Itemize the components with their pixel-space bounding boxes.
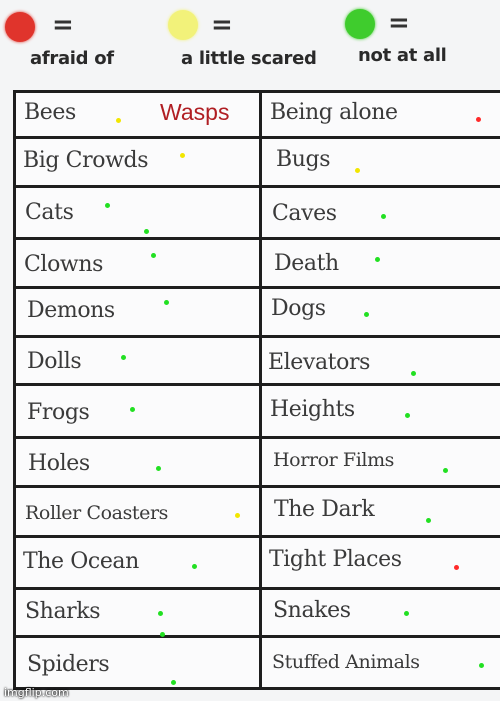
green-dot-mark-icon (158, 611, 163, 616)
fear-label: Being alone (270, 100, 398, 125)
green-dot-mark-icon (121, 355, 126, 360)
fear-label: Heights (270, 397, 355, 422)
legend-label-little-scared: a little scared (181, 48, 317, 69)
legend-equals: = (388, 8, 410, 38)
green-dot-mark-icon (144, 229, 149, 234)
green-dot-mark-icon (411, 371, 416, 376)
legend-yellow-dot-icon (168, 10, 198, 40)
yellow-dot-mark-icon (180, 153, 185, 158)
fear-label: Sharks (25, 599, 101, 624)
green-dot-mark-icon (381, 214, 386, 219)
fear-label: Demons (27, 298, 115, 323)
fear-label: Death (274, 251, 339, 276)
fear-label: Tight Places (269, 547, 402, 572)
green-dot-mark-icon (192, 564, 197, 569)
green-dot-mark-icon (105, 203, 110, 208)
fear-label: Holes (28, 451, 90, 476)
green-dot-mark-icon (171, 680, 176, 685)
row-divider (13, 635, 500, 638)
yellow-dot-mark-icon (355, 168, 360, 173)
yellow-dot-mark-icon (116, 118, 121, 123)
row-divider (13, 383, 500, 386)
green-dot-mark-icon (405, 413, 410, 418)
fear-label: Horror Films (273, 449, 395, 471)
legend-equals: = (52, 10, 74, 40)
row-divider (13, 436, 500, 439)
yellow-dot-mark-icon (235, 513, 240, 518)
legend-green-dot-icon (345, 9, 375, 39)
row-divider (13, 286, 500, 289)
row-divider (13, 136, 500, 139)
fear-label: The Dark (274, 497, 375, 522)
fear-label: The Ocean (23, 549, 139, 574)
row-divider (13, 485, 500, 488)
green-dot-mark-icon (151, 253, 156, 258)
legend-equals: = (211, 10, 233, 40)
green-dot-mark-icon (404, 611, 409, 616)
row-divider (13, 185, 500, 188)
fear-label: Spiders (27, 652, 110, 677)
fear-label: Dolls (27, 349, 82, 374)
legend-red-dot-icon (5, 12, 35, 42)
green-dot-mark-icon (426, 518, 431, 523)
fear-label: Snakes (273, 598, 351, 623)
fear-label: Caves (272, 201, 337, 226)
fear-label: Frogs (27, 400, 90, 425)
green-dot-mark-icon (130, 407, 135, 412)
watermark: imgflip.com (4, 686, 69, 699)
fear-label: Elevators (268, 350, 370, 375)
fear-label: Bees (24, 100, 76, 125)
green-dot-mark-icon (364, 312, 369, 317)
fear-label: Dogs (271, 296, 326, 321)
row-divider (13, 535, 500, 538)
fear-label: Big Crowds (23, 148, 149, 173)
fear-label: Clowns (24, 252, 104, 277)
fear-label: Roller Coasters (25, 502, 169, 524)
green-dot-mark-icon (375, 257, 380, 262)
row-divider (13, 587, 500, 590)
green-dot-mark-icon (160, 632, 165, 637)
fear-label: Stuffed Animals (272, 651, 420, 673)
legend-label-not-at-all: not at all (358, 45, 447, 66)
legend-label-afraid: afraid of (30, 48, 114, 69)
green-dot-mark-icon (479, 663, 484, 668)
wasps-annotation: Wasps (160, 99, 230, 125)
fear-label: Bugs (276, 147, 331, 172)
row-divider (13, 335, 500, 338)
row-divider (13, 237, 500, 240)
column-divider (259, 90, 262, 690)
fear-label: Cats (25, 200, 74, 225)
green-dot-mark-icon (156, 466, 161, 471)
green-dot-mark-icon (164, 300, 169, 305)
green-dot-mark-icon (443, 468, 448, 473)
red-dot-mark-icon (454, 565, 459, 570)
red-dot-mark-icon (476, 117, 481, 122)
